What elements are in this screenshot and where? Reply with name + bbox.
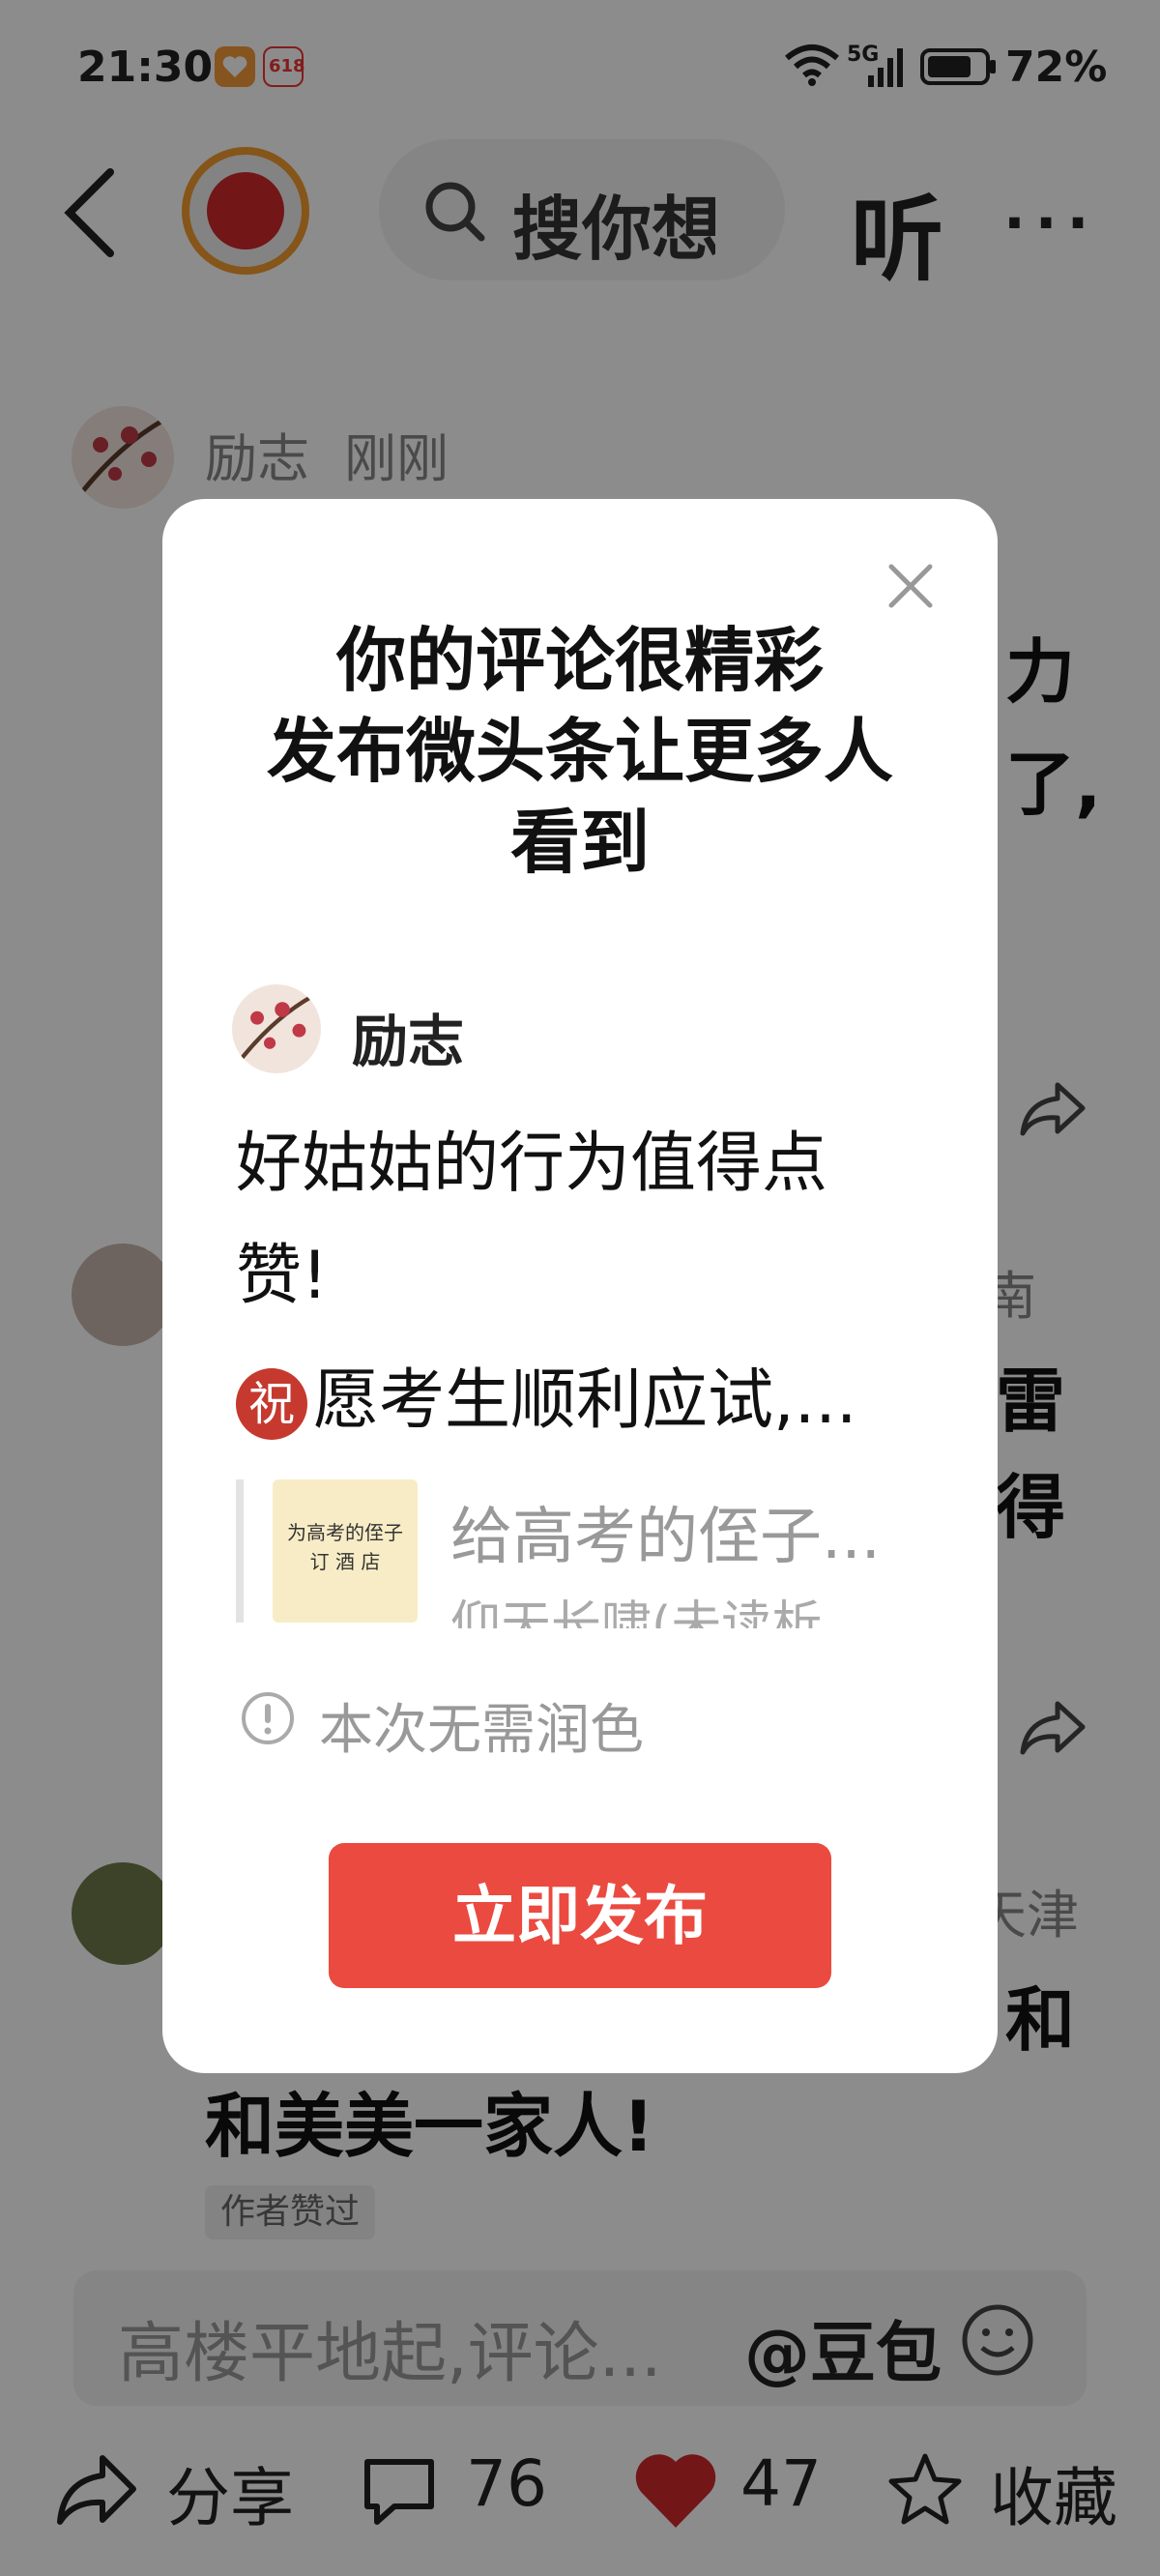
author-name: 励志	[352, 1009, 465, 1074]
post-body-line: 赞!	[236, 1238, 329, 1314]
status-overlay	[0, 0, 1160, 114]
post-body-line: 好姑姑的行为值得点	[236, 1126, 828, 1202]
dialog-title: 你的评论很精彩 发布微头条让更多人 看到	[162, 615, 998, 888]
dialog-title-line: 你的评论很精彩	[335, 620, 824, 701]
thumbnail-text: 为高考的侄子	[287, 1521, 403, 1544]
close-icon[interactable]	[882, 557, 940, 615]
quoted-article-subtitle: 仰天长啸(未读析	[450, 1596, 823, 1628]
quote-divider	[236, 1479, 244, 1623]
dialog-title-line: 发布微头条让更多人	[266, 711, 893, 792]
quoted-article-title: 给高考的侄子...	[450, 1502, 882, 1573]
post-body-line: 祝愿考生顺利应试,...	[236, 1346, 913, 1442]
publish-now-button[interactable]: 立即发布	[329, 1843, 831, 1988]
post-body: 好姑姑的行为值得点 赞!	[236, 1108, 913, 1332]
post-body-text: 愿考生顺利应试,...	[313, 1362, 857, 1439]
blessing-emoji-icon: 祝	[236, 1368, 307, 1441]
polish-status-text: 本次无需润色	[319, 1699, 644, 1762]
dialog-title-line: 看到	[509, 802, 650, 883]
author-avatar	[232, 984, 321, 1073]
quoted-article-thumbnail: 为高考的侄子订 酒 店	[273, 1479, 418, 1623]
info-icon	[242, 1692, 294, 1744]
thumbnail-text: 订 酒 店	[309, 1550, 381, 1573]
